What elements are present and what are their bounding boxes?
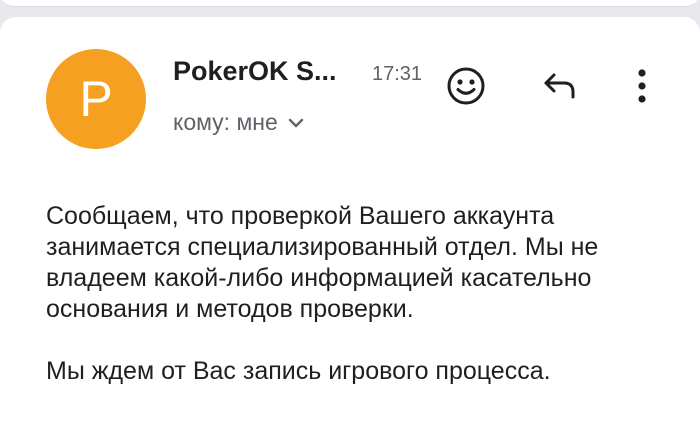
reply-button[interactable] — [532, 60, 588, 116]
add-reaction-button[interactable] — [438, 60, 494, 116]
body-paragraph: Мы ждем от Вас запись игрового процесса. — [46, 357, 551, 385]
reply-icon — [542, 71, 578, 106]
previous-message-card — [0, 0, 700, 7]
sender-name[interactable]: PokerOK S... — [173, 56, 337, 87]
recipient-details-toggle[interactable]: кому: мне — [173, 109, 304, 136]
message-body: Сообщаем, что проверкой Вашего аккаунта … — [46, 201, 666, 387]
more-options-button[interactable] — [614, 60, 670, 116]
message-time: 17:31 — [372, 63, 423, 85]
recipient-label: кому: мне — [173, 109, 278, 135]
more-vert-icon — [637, 68, 647, 109]
smiley-icon — [446, 66, 486, 111]
sender-avatar[interactable]: P — [46, 49, 146, 149]
body-paragraph: Сообщаем, что проверкой Вашего аккаунта … — [46, 202, 599, 323]
chevron-down-icon — [288, 118, 304, 128]
